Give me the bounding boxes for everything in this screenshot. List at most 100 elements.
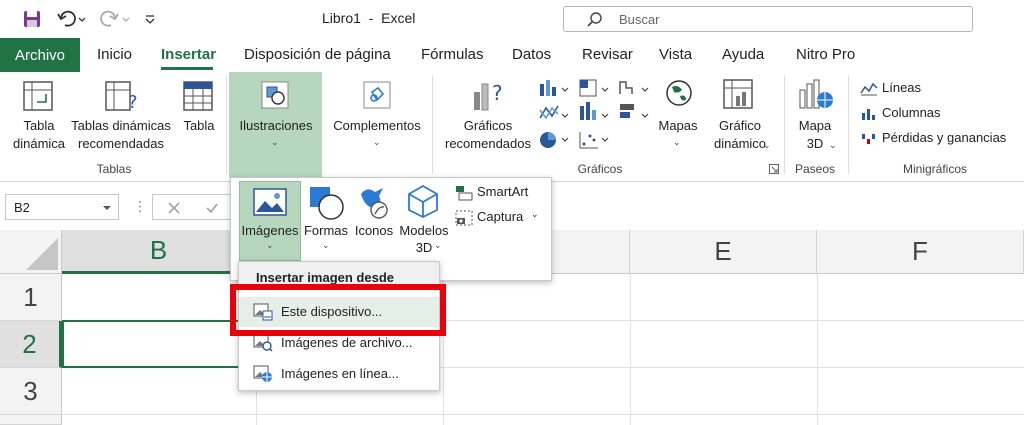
shapes-icon[interactable] xyxy=(309,186,345,220)
group-minigraficos-label: Minigráficos xyxy=(902,162,968,176)
title-bar: Libro1 - Excel Buscar xyxy=(0,0,1024,38)
lineas-label: Líneas xyxy=(882,80,922,95)
chevron-down-icon: ⌄ xyxy=(266,240,274,250)
row-header-4[interactable] xyxy=(0,415,62,425)
chevron-down-icon: ⌄ xyxy=(531,209,539,219)
recommended-pivot-icon: ? xyxy=(105,81,138,112)
undo-icon[interactable] xyxy=(54,7,88,31)
add-ins-icon xyxy=(363,81,391,109)
tabla-label: Tabla xyxy=(183,118,215,133)
gridline xyxy=(630,274,631,425)
online-pictures-icon xyxy=(253,365,272,382)
row-header-2[interactable]: 2 xyxy=(0,321,62,368)
modelos-3d-label[interactable]: Modelos 3D xyxy=(397,222,451,256)
recommended-charts-icon: ? xyxy=(474,81,503,111)
ribbon-separator xyxy=(432,76,433,174)
tabla-button[interactable] xyxy=(182,80,214,112)
gridline xyxy=(62,414,1024,415)
row-header-3[interactable]: 3 xyxy=(0,368,62,415)
3d-models-icon[interactable] xyxy=(407,184,439,218)
complementos-button[interactable] xyxy=(362,80,392,110)
svg-text:?: ? xyxy=(492,81,503,105)
search-icon xyxy=(587,12,602,27)
tab-nitro-pro[interactable]: Nitro Pro xyxy=(796,46,855,63)
stock-images-icon xyxy=(253,334,273,352)
tab-formulas[interactable]: Fórmulas xyxy=(421,46,484,63)
line-sparkline-icon xyxy=(860,82,878,96)
select-all-icon xyxy=(26,238,58,270)
grafico-dinamico-button[interactable] xyxy=(722,78,754,110)
select-all-button[interactable] xyxy=(0,230,62,274)
search-input[interactable]: Buscar xyxy=(563,6,973,32)
tabla-dinamica-button[interactable] xyxy=(22,80,54,112)
search-placeholder: Buscar xyxy=(619,12,660,27)
chart-type-buttons[interactable] xyxy=(538,78,658,156)
captura-button[interactable]: Captura ⌄ xyxy=(455,209,549,229)
formula-actions xyxy=(152,194,232,220)
more-options-icon: ⋮ xyxy=(133,198,147,214)
mapas-label: Mapas xyxy=(658,118,698,133)
graficos-recomendados-button[interactable]: ? xyxy=(470,78,510,114)
column-header-f[interactable]: F xyxy=(817,230,1024,274)
imagenes-label: Imágenes xyxy=(241,223,299,238)
row-header-1[interactable]: 1 xyxy=(0,274,62,321)
group-tablas-label: Tablas xyxy=(96,162,132,176)
chevron-down-icon: ⌄ xyxy=(322,240,330,250)
iconos-label[interactable]: Iconos xyxy=(351,222,397,239)
chevron-down-icon: ⌄ xyxy=(763,140,771,150)
tab-disposicion[interactable]: Disposición de página xyxy=(244,46,391,63)
tab-inicio[interactable]: Inicio xyxy=(97,46,132,63)
chevron-down-icon: ⌄ xyxy=(434,240,442,250)
complementos-label: Complementos xyxy=(333,118,421,133)
illustrations-icon xyxy=(260,80,290,110)
smartart-button[interactable]: SmartArt xyxy=(455,184,549,204)
tab-ayuda[interactable]: Ayuda xyxy=(722,46,764,63)
tab-vista[interactable]: Vista xyxy=(659,46,692,63)
save-icon[interactable] xyxy=(20,7,44,31)
formas-label[interactable]: Formas xyxy=(301,222,351,239)
chevron-down-icon xyxy=(103,206,111,210)
ribbon-separator xyxy=(784,76,785,174)
name-box-value: B2 xyxy=(14,200,30,215)
tablas-recomendadas-label: Tablas dinámicas recomendadas xyxy=(71,118,171,151)
ribbon-separator xyxy=(226,76,227,174)
picture-icon xyxy=(253,188,287,216)
chevron-down-icon: ⌄ xyxy=(673,137,681,147)
active-tab-indicator xyxy=(161,67,213,70)
tab-archivo[interactable]: Archivo xyxy=(0,38,80,72)
mapa-3d-button[interactable] xyxy=(798,78,834,112)
column-sparkline-icon xyxy=(862,109,875,120)
name-box[interactable]: B2 xyxy=(5,194,119,220)
ribbon: Tabla dinámica ? Tablas dinámicas recomend… xyxy=(0,72,1024,182)
tab-insertar[interactable]: Insertar xyxy=(161,46,216,63)
cancel-icon[interactable] xyxy=(167,201,181,215)
smartart-label: SmartArt xyxy=(477,184,529,199)
group-paseos-label: Paseos xyxy=(794,162,836,176)
smartart-icon xyxy=(456,186,473,201)
column-header-e[interactable]: E xyxy=(630,230,817,274)
pivot-chart-icon xyxy=(723,79,753,109)
window-title: Libro1 - Excel xyxy=(322,10,416,26)
chart-types-icon xyxy=(539,79,649,149)
perdidas-label: Pérdidas y ganancias xyxy=(882,130,1007,145)
redo-icon[interactable] xyxy=(98,7,132,31)
selected-cell-b2[interactable] xyxy=(62,320,257,368)
customize-qat-icon[interactable] xyxy=(142,7,158,31)
tablas-recomendadas-button[interactable]: ? xyxy=(104,80,140,112)
map-icon xyxy=(666,80,692,106)
ilustraciones-label: Ilustraciones xyxy=(239,118,313,133)
screenshot-icon xyxy=(455,210,473,226)
icons-icon[interactable] xyxy=(357,184,391,220)
dialog-launcher-icon[interactable] xyxy=(769,164,779,174)
svg-text:?: ? xyxy=(128,92,138,112)
chevron-down-icon: ⌄ xyxy=(271,137,279,147)
chevron-down-icon: ⌄ xyxy=(373,137,381,147)
column-header-b[interactable]: B xyxy=(62,230,256,274)
tab-revisar[interactable]: Revisar xyxy=(582,46,633,63)
group-graficos-label: Gráficos xyxy=(577,162,623,176)
menu-item-imagenes-en-linea[interactable]: Imágenes en línea... xyxy=(239,359,439,389)
ribbon-tabs: Archivo Inicio Insertar Disposición de p… xyxy=(0,38,1024,72)
enter-icon[interactable] xyxy=(205,201,219,215)
mapas-button[interactable] xyxy=(664,78,694,108)
tab-datos[interactable]: Datos xyxy=(512,46,551,63)
